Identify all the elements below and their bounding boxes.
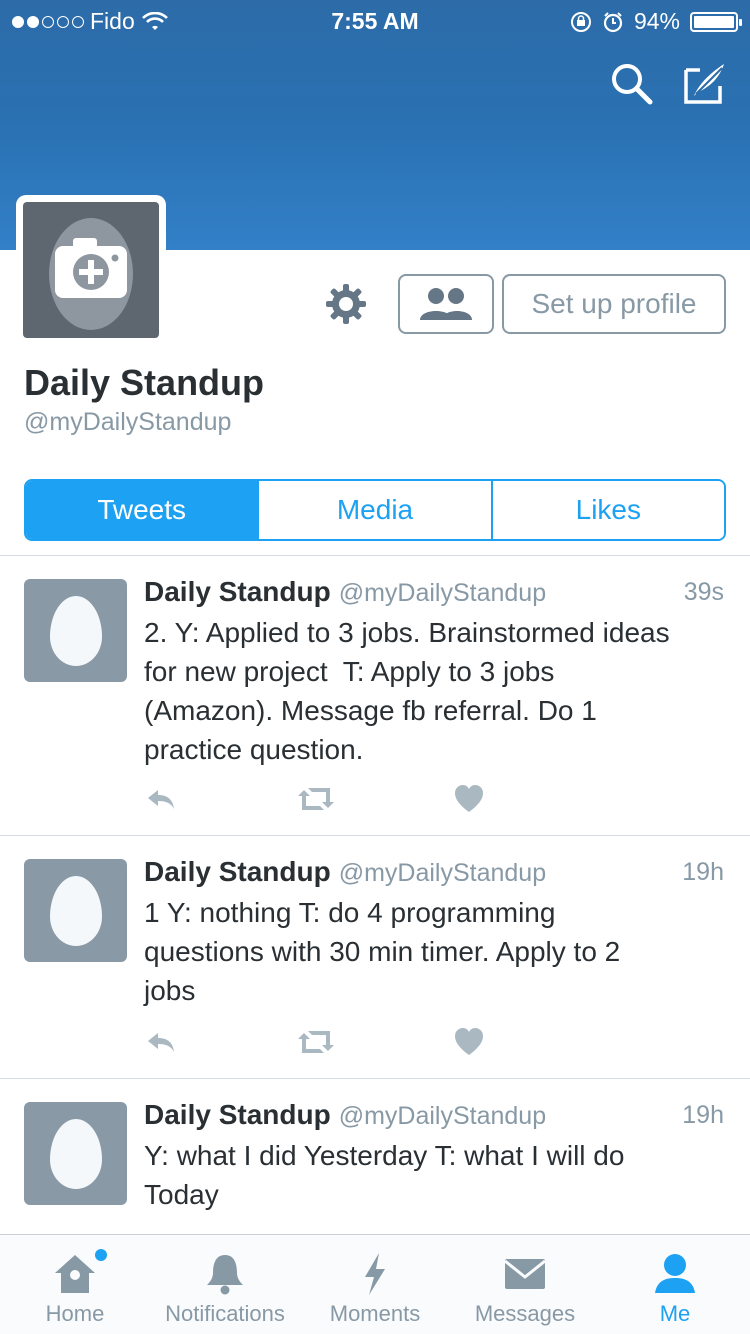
- tweet-text: Y: what I did Yesterday T: what I will d…: [144, 1140, 625, 1210]
- retweet-icon[interactable]: [296, 1025, 336, 1059]
- retweet-icon[interactable]: [296, 782, 336, 816]
- lightning-icon: [351, 1251, 399, 1297]
- alarm-icon: [603, 11, 623, 32]
- tab-likes[interactable]: Likes: [490, 481, 724, 539]
- tabbar-moments[interactable]: Moments: [300, 1235, 450, 1334]
- notification-dot: [95, 1249, 107, 1261]
- tab-media[interactable]: Media: [257, 481, 491, 539]
- tweet-avatar[interactable]: [24, 579, 127, 682]
- tabbar-me[interactable]: Me: [600, 1235, 750, 1334]
- people-icon: [420, 288, 472, 320]
- tweet[interactable]: Daily Standup @myDailyStandup 39s 2. Y: A…: [0, 556, 750, 835]
- tweet-author-name: Daily Standup: [144, 576, 331, 607]
- tabbar-home[interactable]: Home: [0, 1235, 150, 1334]
- setup-profile-button[interactable]: Set up profile: [502, 274, 726, 334]
- tweet-time: 19h: [682, 858, 724, 886]
- tweet-author-handle: @myDailyStandup: [338, 579, 547, 607]
- tweet-time: 19h: [682, 1101, 724, 1129]
- egg-icon: [49, 875, 102, 946]
- bottom-tab-bar: Home Notifications Moments Messages Me: [0, 1234, 750, 1334]
- bell-icon: [201, 1251, 249, 1297]
- egg-icon: [49, 1118, 102, 1189]
- tweet-text: 1 Y: nothing T: do 4 programming questio…: [144, 897, 621, 1006]
- tweet-author-name: Daily Standup: [144, 856, 331, 887]
- tabbar-label: Messages: [474, 1301, 576, 1326]
- profile-name: Daily Standup: [24, 362, 265, 403]
- tweet-author-handle: @myDailyStandup: [338, 859, 547, 887]
- tabbar-messages[interactable]: Messages: [450, 1235, 600, 1334]
- find-people-button[interactable]: [398, 274, 494, 334]
- gear-icon[interactable]: [324, 282, 368, 326]
- camera-icon: [49, 218, 133, 330]
- tweet-avatar[interactable]: [24, 859, 127, 962]
- tweet[interactable]: Daily Standup @myDailyStandup 19h 1 Y: no…: [0, 836, 750, 1078]
- egg-icon: [49, 595, 102, 666]
- reply-icon[interactable]: [144, 1025, 178, 1059]
- compose-icon[interactable]: [682, 60, 728, 106]
- battery-icon: [690, 11, 742, 32]
- tweet-time: 39s: [683, 578, 724, 606]
- tabbar-label: Moments: [329, 1301, 421, 1326]
- battery-percent: 94%: [633, 8, 680, 34]
- tabbar-notifications[interactable]: Notifications: [150, 1235, 300, 1334]
- profile-handle: @myDailyStandup: [24, 408, 232, 436]
- tweet-author[interactable]: Daily Standup @myDailyStandup: [144, 856, 546, 888]
- rotation-lock-icon: [570, 11, 591, 32]
- status-bar: Fido 7:55 AM 94%: [0, 0, 750, 40]
- tabbar-label: Me: [659, 1301, 691, 1326]
- like-icon[interactable]: [452, 1025, 486, 1059]
- envelope-icon: [501, 1251, 549, 1297]
- tweet-author[interactable]: Daily Standup @myDailyStandup: [144, 1099, 546, 1131]
- tweet[interactable]: Daily Standup @myDailyStandup 19h Y: what…: [0, 1079, 750, 1234]
- search-icon[interactable]: [608, 60, 654, 106]
- tweet-avatar[interactable]: [24, 1102, 127, 1205]
- like-icon[interactable]: [452, 782, 486, 816]
- tabbar-label: Notifications: [165, 1301, 285, 1326]
- person-icon: [651, 1251, 699, 1297]
- profile-tabs: Tweets Media Likes: [24, 479, 726, 541]
- reply-icon[interactable]: [144, 782, 178, 816]
- tweet-author-name: Daily Standup: [144, 1099, 331, 1130]
- tweet-author[interactable]: Daily Standup @myDailyStandup: [144, 576, 546, 608]
- status-right: 94%: [570, 8, 742, 35]
- tweet-text: 2. Y: Applied to 3 jobs. Brainstormed id…: [144, 617, 670, 765]
- tab-tweets[interactable]: Tweets: [26, 481, 258, 539]
- avatar[interactable]: [23, 202, 159, 338]
- home-icon: [51, 1249, 107, 1297]
- profile-avatar[interactable]: [16, 195, 166, 345]
- tweet-author-handle: @myDailyStandup: [338, 1102, 547, 1130]
- tabbar-label: Home: [45, 1301, 105, 1326]
